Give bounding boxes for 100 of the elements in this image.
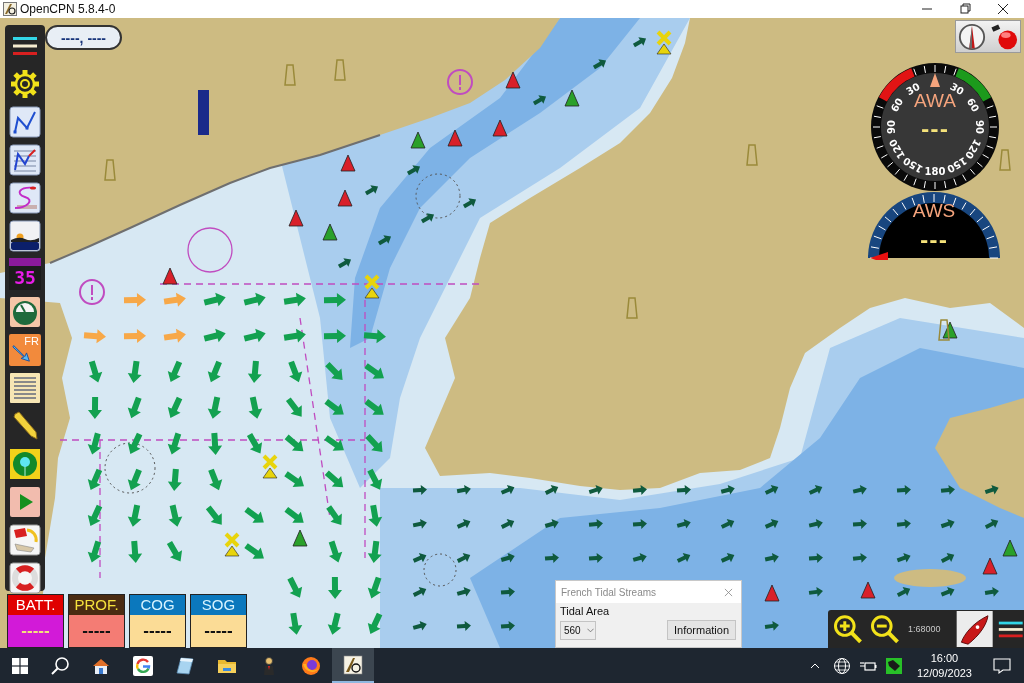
- current-arrow-icon: [326, 505, 342, 525]
- current-arrow-icon: [456, 586, 471, 597]
- current-arrow-icon: [127, 396, 142, 419]
- current-arrow-icon: [412, 553, 427, 563]
- dial-scale-label: 90: [885, 120, 897, 134]
- instrument-value: -----: [130, 615, 185, 647]
- current-arrow-icon: [87, 432, 102, 455]
- clock-date[interactable]: 12/09/2023: [916, 665, 972, 681]
- current-arrow-icon: [500, 485, 515, 495]
- current-arrow-icon: [246, 432, 263, 454]
- zoom-in-icon[interactable]: [833, 614, 863, 644]
- current-arrow-icon: [720, 484, 735, 495]
- current-arrow-icon: [203, 292, 226, 307]
- globe-icon[interactable]: [832, 656, 851, 675]
- compass-panel[interactable]: [955, 20, 1021, 53]
- start-icon[interactable]: [12, 657, 28, 674]
- route-icon[interactable]: [9, 106, 41, 138]
- network-icon[interactable]: [884, 656, 903, 675]
- notes-icon[interactable]: [9, 524, 41, 556]
- current-arrow-icon: [87, 504, 103, 526]
- current-arrow-icon: [462, 198, 477, 209]
- current-arrow-icon: [363, 329, 386, 344]
- current-arrow-icon: [327, 612, 342, 635]
- current-arrow-icon: [940, 587, 955, 597]
- current-arrow-icon: [284, 434, 304, 452]
- clock-time[interactable]: 16:00: [930, 650, 959, 666]
- current-arrow-icon: [243, 292, 266, 307]
- beacon-icon: [284, 64, 296, 86]
- current-arrow-icon: [852, 552, 867, 563]
- current-arrow-icon: [544, 485, 559, 495]
- dotted-circle: [423, 553, 457, 587]
- current-arrow-icon: [456, 553, 471, 563]
- current-arrow-icon: [243, 328, 266, 343]
- current-arrow-icon: [588, 518, 603, 529]
- buoy-icon: [288, 209, 304, 227]
- current-arrow-icon: [367, 576, 382, 599]
- sunset-icon[interactable]: [9, 220, 41, 252]
- current-arrow-icon: [412, 620, 427, 631]
- boat-icon[interactable]: [956, 611, 994, 647]
- current-arrow-icon: [323, 292, 346, 307]
- current-arrow-icon: [764, 485, 779, 495]
- current-arrow-icon: [808, 518, 823, 529]
- current-arrow-icon: [244, 543, 264, 559]
- current-arrow-icon: [168, 504, 183, 527]
- current-arrow-icon: [367, 612, 383, 634]
- current-arrow-icon: [123, 329, 146, 343]
- current-arrow-icon: [852, 484, 867, 495]
- curve-icon[interactable]: [9, 182, 41, 214]
- digital-display-button[interactable]: 35: [9, 258, 41, 290]
- current-arrow-icon: [632, 484, 647, 495]
- current-arrow-icon: [328, 540, 343, 563]
- instrument-caption: PROF.: [69, 595, 124, 615]
- zoom-out-icon[interactable]: [870, 614, 900, 644]
- buoy-icon: [492, 119, 508, 137]
- notifications-icon[interactable]: [992, 655, 1012, 676]
- tidal-area-dropdown[interactable]: 560: [560, 620, 596, 640]
- current-arrow-icon: [364, 363, 384, 379]
- position-display: ----, ----: [45, 25, 122, 50]
- information-button[interactable]: Information: [666, 620, 736, 640]
- buoy-icon: [564, 89, 580, 107]
- current-arrow-icon: [852, 518, 867, 529]
- buoy-icon: [1002, 539, 1018, 557]
- current-arrow-icon: [500, 620, 515, 631]
- gauge-value: ---: [920, 228, 948, 252]
- settings-icon[interactable]: [9, 68, 41, 100]
- current-arrow-icon: [412, 587, 427, 597]
- current-arrow-icon: [167, 396, 183, 418]
- gauge-icon[interactable]: [9, 296, 41, 328]
- dial-scale-label: 60: [888, 96, 906, 114]
- current-arrow-icon: [248, 396, 263, 419]
- list-icon[interactable]: [9, 372, 41, 404]
- taskbar-button[interactable]: [332, 648, 374, 683]
- current-arrow-icon: [163, 292, 186, 307]
- beacon-icon: [626, 297, 638, 319]
- current-arrow-icon: [325, 362, 343, 380]
- current-arrow-icon: [328, 576, 342, 599]
- current-arrow-icon: [764, 519, 779, 529]
- current-arrow-icon: [285, 397, 302, 417]
- current-arrow-icon: [940, 518, 955, 529]
- current-arrow-icon: [208, 468, 223, 491]
- current-arrow-icon: [88, 396, 102, 419]
- app-icon: [3, 2, 17, 16]
- current-arrow-icon: [896, 552, 911, 563]
- compass-icon[interactable]: [958, 22, 986, 51]
- current-arrow-icon: [500, 552, 515, 563]
- current-arrow-icon: [324, 435, 344, 451]
- beacon-icon: [104, 159, 116, 181]
- current-arrow-icon: [676, 518, 691, 529]
- current-arrow-icon: [203, 328, 226, 343]
- current-arrow-icon: [123, 293, 146, 307]
- search-icon[interactable]: [50, 655, 70, 676]
- lifebuoy-icon[interactable]: [9, 562, 41, 594]
- target-icon[interactable]: [9, 448, 41, 480]
- g-logo-icon: [133, 655, 153, 676]
- instrument-value: -----: [8, 615, 63, 647]
- track-chart-icon[interactable]: [9, 144, 41, 176]
- current-arrow-icon: [544, 518, 559, 529]
- current-arrow-icon: [244, 507, 264, 523]
- play-icon[interactable]: [9, 486, 41, 518]
- current-arrow-icon: [283, 328, 306, 343]
